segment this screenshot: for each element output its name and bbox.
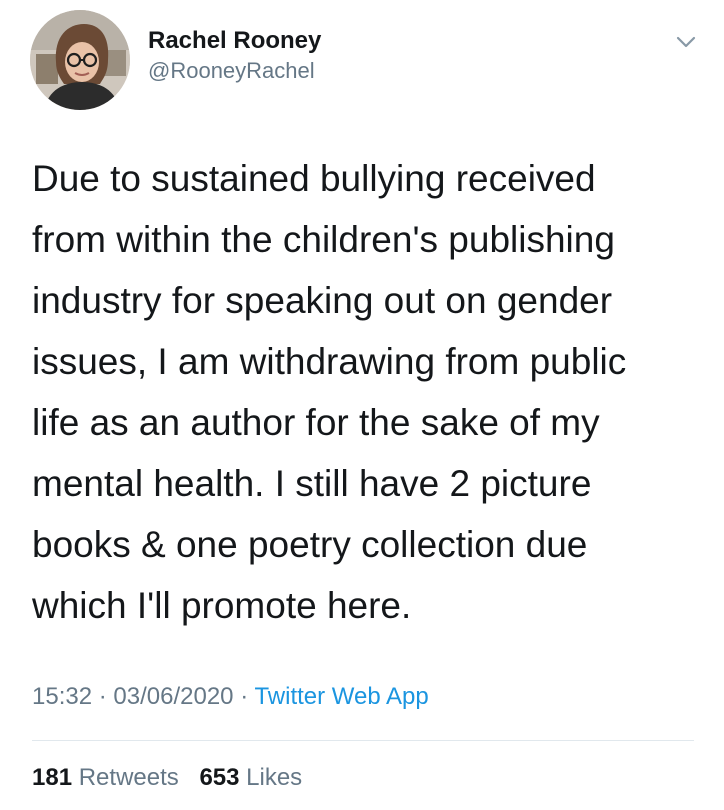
chevron-down-icon[interactable]	[672, 28, 700, 56]
user-info[interactable]: Rachel Rooney @RooneyRachel	[148, 26, 321, 86]
meta-separator: ·	[240, 683, 249, 710]
tweet-text: Due to sustained bullying received from …	[32, 158, 627, 626]
likes-stat[interactable]: 653 Likes	[199, 762, 302, 794]
avatar[interactable]	[30, 10, 130, 110]
retweets-label: Retweets	[78, 764, 179, 791]
retweets-stat[interactable]: 181 Retweets	[32, 762, 179, 794]
divider	[32, 740, 694, 741]
display-name[interactable]: Rachel Rooney	[148, 26, 321, 56]
tweet-source-link[interactable]: Twitter Web App	[254, 683, 428, 710]
tweet-card: Rachel Rooney @RooneyRachel Due to susta…	[0, 0, 724, 810]
likes-count: 653	[199, 764, 240, 791]
tweet-time[interactable]: 15:32	[32, 683, 92, 710]
tweet-date[interactable]: 03/06/2020	[113, 683, 233, 710]
tweet-meta: 15:32 · 03/06/2020 · Twitter Web App	[32, 681, 429, 713]
meta-separator: ·	[98, 683, 107, 710]
likes-label: Likes	[246, 764, 303, 791]
retweets-count: 181	[32, 764, 73, 791]
avatar-photo	[30, 10, 130, 110]
user-handle[interactable]: @RooneyRachel	[148, 56, 321, 86]
tweet-header: Rachel Rooney @RooneyRachel	[30, 10, 700, 110]
tweet-stats: 181 Retweets 653 Likes	[32, 762, 302, 794]
